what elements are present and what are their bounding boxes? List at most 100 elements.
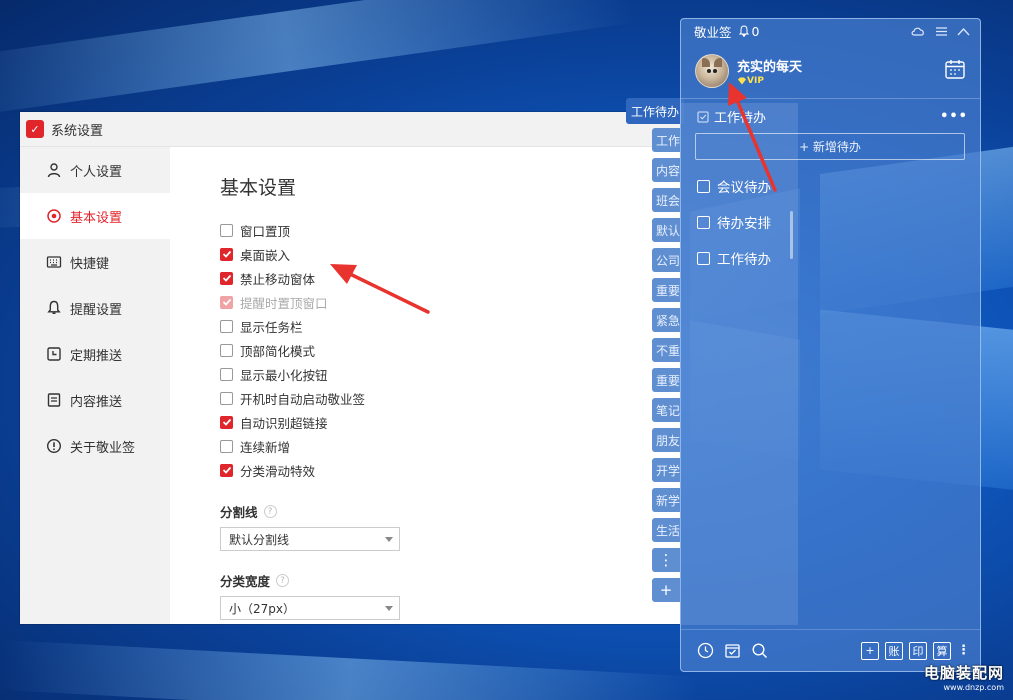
print-button[interactable]: 印	[909, 641, 927, 660]
option-row: 禁止移动窗体	[220, 266, 680, 290]
search-icon[interactable]	[751, 642, 768, 659]
todo-label: 待办安排	[717, 216, 771, 232]
widget-header-controls	[910, 25, 980, 37]
notification-button[interactable]: 0	[738, 24, 759, 39]
category-tab[interactable]: 重要	[652, 278, 680, 302]
category-tab[interactable]: 笔记	[652, 398, 680, 422]
sidebar-item[interactable]: 快捷键	[20, 239, 170, 285]
option-label[interactable]: 显示任务栏	[240, 317, 303, 336]
todo-checkbox[interactable]	[697, 215, 710, 229]
category-tab[interactable]: 生活	[652, 518, 680, 542]
title-bar[interactable]: ✓ 系统设置	[20, 112, 680, 147]
sidebar-item[interactable]: 关于敬业签	[20, 423, 170, 469]
category-tab[interactable]: 工作	[652, 128, 680, 152]
help-icon[interactable]: ?	[276, 574, 290, 587]
option-label[interactable]: 桌面嵌入	[240, 245, 290, 264]
option-row: 提醒时置顶窗口	[220, 290, 680, 314]
option-label[interactable]: 显示最小化按钮	[240, 365, 328, 384]
scrollbar[interactable]	[790, 211, 793, 259]
option-label[interactable]: 开机时自动启动敬业签	[240, 389, 365, 408]
sidebar-item[interactable]: 内容推送	[20, 377, 170, 423]
task-complete-icon[interactable]	[724, 642, 741, 659]
option-checkbox[interactable]	[220, 247, 233, 261]
category-tab[interactable]: 默认	[652, 218, 680, 242]
category-tab[interactable]: 朋友	[652, 428, 680, 452]
sidebar-item-label: 内容推送	[70, 394, 123, 410]
light-ray	[0, 0, 638, 120]
option-checkbox[interactable]	[220, 439, 233, 453]
more-menu-button[interactable]: ⋮	[957, 643, 970, 658]
category-tab[interactable]: 不重	[652, 338, 680, 362]
clock-icon[interactable]	[697, 642, 714, 659]
cloud-sync-icon[interactable]	[910, 25, 926, 37]
category-tab[interactable]: 班会	[652, 188, 680, 212]
avatar[interactable]	[695, 53, 729, 88]
option-row: 自动识别超链接	[220, 410, 680, 434]
menu-icon[interactable]	[935, 26, 948, 37]
section-header: 工作待办 •••	[697, 107, 968, 126]
more-options-button[interactable]: •••	[940, 109, 968, 124]
section-title: 工作待办	[714, 111, 767, 126]
category-tab-active[interactable]: 工作待办	[626, 98, 684, 124]
sidebar-item[interactable]: 个人设置	[20, 147, 170, 193]
option-checkbox[interactable]	[220, 463, 233, 477]
todo-item[interactable]: 工作待办	[697, 248, 771, 268]
divider-label: 分割线	[220, 505, 258, 520]
width-section-label: 分类宽度 ?	[220, 571, 680, 590]
category-more-button[interactable]: ⋮	[652, 548, 680, 572]
category-tab[interactable]: 重要	[652, 368, 680, 392]
add-button[interactable]: +	[861, 641, 879, 660]
option-label[interactable]: 提醒时置顶窗口	[240, 293, 328, 312]
sidebar-item[interactable]: 提醒设置	[20, 285, 170, 331]
profile-bar: 充实的每天 VIP	[681, 43, 980, 99]
todo-checkbox[interactable]	[697, 179, 710, 193]
sidebar-item-label: 个人设置	[70, 164, 123, 180]
option-checkbox[interactable]	[220, 343, 233, 357]
person-icon	[46, 162, 62, 178]
option-label[interactable]: 自动识别超链接	[240, 413, 328, 432]
category-tab-strip: 工作 内容 班会 默认 公司 重要 紧急 不重 重要 笔记 朋友 开学 新学 生活 ⋮ +	[652, 128, 680, 608]
category-tab[interactable]: 新学	[652, 488, 680, 512]
option-checkbox[interactable]	[220, 367, 233, 381]
diamond-icon	[738, 77, 746, 84]
new-todo-button[interactable]: + 新增待办	[695, 133, 965, 160]
option-label[interactable]: 禁止移动窗体	[240, 269, 315, 288]
sidebar-item[interactable]: 基本设置	[20, 193, 170, 239]
option-label[interactable]: 顶部简化模式	[240, 341, 315, 360]
option-row: 显示最小化按钮	[220, 362, 680, 386]
category-tab[interactable]: 开学	[652, 458, 680, 482]
footer-left-icons	[697, 642, 768, 659]
option-row: 分类滑动特效	[220, 458, 680, 482]
option-label[interactable]: 连续新增	[240, 437, 290, 456]
username: 充实的每天	[737, 59, 803, 75]
option-row: 开机时自动启动敬业签	[220, 386, 680, 410]
settings-content: 基本设置 窗口置顶桌面嵌入禁止移动窗体 提醒时置顶窗口 显示任务栏顶部简化模式 显示最…	[170, 147, 680, 624]
option-checkbox[interactable]	[220, 271, 233, 285]
option-label[interactable]: 窗口置顶	[240, 221, 290, 240]
option-checkbox[interactable]	[220, 223, 233, 237]
calendar-button[interactable]	[944, 58, 966, 84]
vip-badge: VIP	[737, 76, 802, 86]
category-tab[interactable]: 公司	[652, 248, 680, 272]
option-row: 顶部简化模式	[220, 338, 680, 362]
help-icon[interactable]: ?	[263, 505, 277, 518]
option-row: 显示任务栏	[220, 314, 680, 338]
page-title: 基本设置	[220, 177, 297, 199]
todo-item[interactable]: 会议待办	[697, 176, 771, 196]
sidebar-item[interactable]: 定期推送	[20, 331, 170, 377]
divider-select[interactable]: 默认分割线	[220, 527, 400, 551]
category-tab[interactable]: 内容	[652, 158, 680, 182]
category-add-button[interactable]: +	[652, 578, 680, 602]
ledger-button[interactable]: 账	[885, 641, 903, 660]
category-tab[interactable]: 紧急	[652, 308, 680, 332]
todo-checkbox[interactable]	[697, 251, 710, 265]
calculator-button[interactable]: 算	[933, 641, 951, 660]
calendar-icon	[46, 346, 62, 362]
option-label[interactable]: 分类滑动特效	[240, 461, 315, 480]
todo-item[interactable]: 待办安排	[697, 212, 771, 232]
option-checkbox[interactable]	[220, 391, 233, 405]
width-select[interactable]: 小（27px）	[220, 596, 400, 620]
chevron-up-icon[interactable]	[957, 27, 970, 36]
option-checkbox[interactable]	[220, 319, 233, 333]
option-checkbox[interactable]	[220, 415, 233, 429]
